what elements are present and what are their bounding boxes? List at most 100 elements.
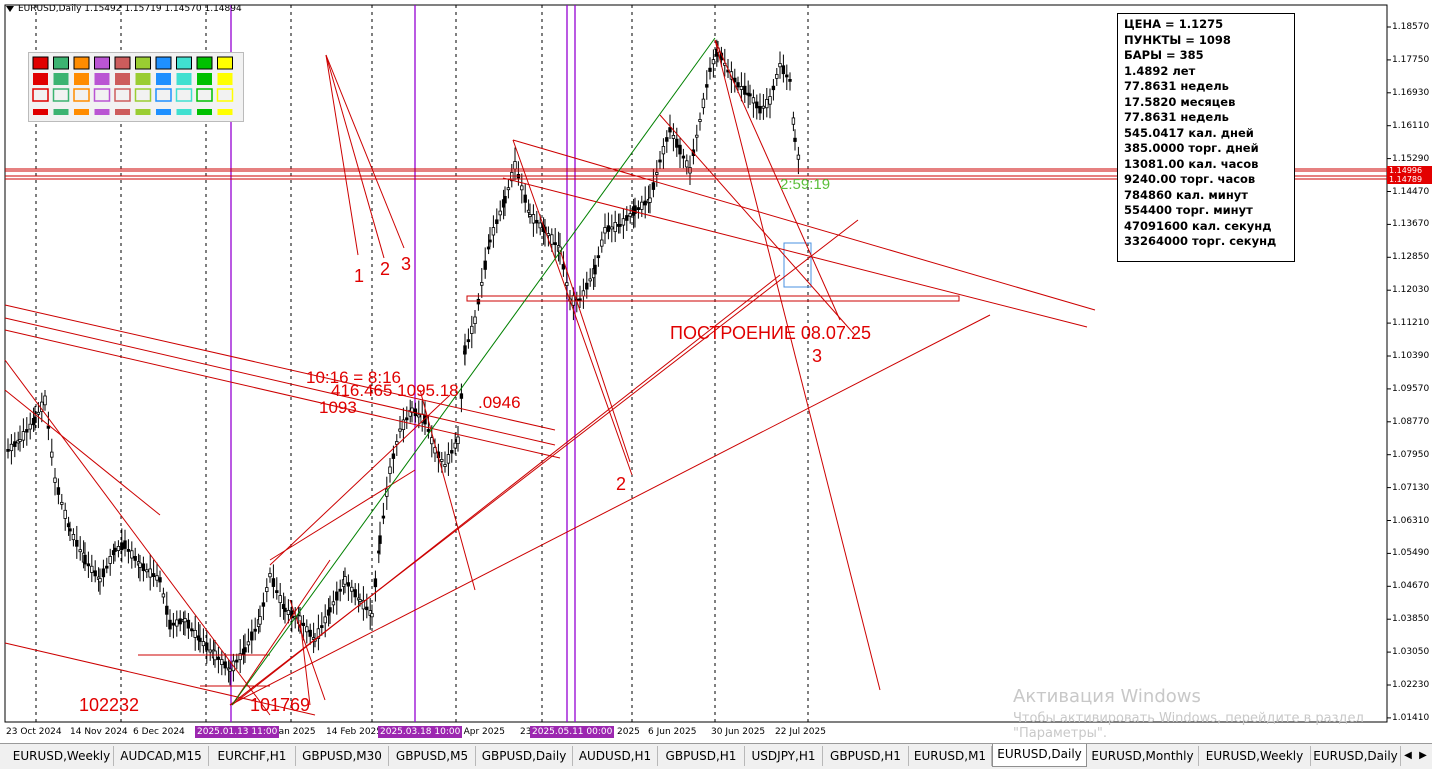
- candle-body: [440, 458, 444, 462]
- price-label: 1.11210: [1392, 318, 1430, 329]
- palette-swatch[interactable]: [32, 56, 49, 70]
- price-label: 1.16930: [1392, 87, 1430, 98]
- chart-tab[interactable]: EURUSD,Weekly: [1199, 746, 1311, 766]
- candle-body: [643, 200, 647, 206]
- price-label: 1.03050: [1392, 647, 1430, 658]
- candle-body: [417, 414, 421, 418]
- candle-body: [265, 587, 269, 592]
- chart-tab[interactable]: GBPUSD,M5: [389, 746, 476, 766]
- palette-swatch[interactable]: [217, 109, 233, 115]
- candle-body: [228, 668, 232, 672]
- chart-tab[interactable]: EURUSD,Weekly: [10, 746, 114, 766]
- chart-tab[interactable]: EURUSD,Daily: [1311, 746, 1401, 766]
- candle-body: [655, 172, 659, 175]
- palette-swatch[interactable]: [94, 109, 110, 115]
- color-palette-panel[interactable]: [28, 52, 244, 122]
- chart-tab[interactable]: USDJPY,H1: [745, 746, 823, 766]
- candle-body: [398, 428, 402, 432]
- info-line: 77.8631 недель: [1124, 79, 1229, 93]
- palette-swatch[interactable]: [74, 109, 89, 115]
- chart-tab[interactable]: EURUSD,Monthly: [1087, 746, 1199, 766]
- palette-swatch[interactable]: [135, 56, 151, 70]
- date-label: 2025: [617, 727, 640, 737]
- chart-tab[interactable]: AUDUSD,H1: [573, 746, 658, 766]
- chart-tab[interactable]: AUDCAD,M15: [114, 746, 209, 766]
- candle-body: [83, 554, 87, 565]
- candle-body: [459, 393, 464, 399]
- candle-body: [151, 573, 156, 578]
- chart-tab[interactable]: EURCHF,H1: [209, 746, 296, 766]
- date-label: 1 Apr 2025: [455, 727, 505, 737]
- palette-swatch[interactable]: [196, 88, 213, 102]
- palette-swatch[interactable]: [155, 88, 172, 102]
- palette-swatch[interactable]: [155, 56, 172, 70]
- palette-swatch[interactable]: [33, 109, 48, 115]
- palette-swatch[interactable]: [53, 73, 69, 85]
- candle-body: [681, 155, 686, 159]
- palette-swatch[interactable]: [217, 56, 233, 70]
- palette-swatch[interactable]: [52, 88, 70, 102]
- candle-body: [758, 106, 762, 114]
- candle-body: [370, 613, 374, 618]
- chart-tab[interactable]: GBPUSD,M30: [296, 746, 389, 766]
- palette-swatch[interactable]: [94, 73, 110, 85]
- palette-swatch[interactable]: [135, 73, 151, 85]
- palette-swatch[interactable]: [175, 88, 193, 102]
- bid-price-tag: 1.14996: [1387, 166, 1432, 175]
- candle-body: [625, 215, 629, 221]
- candle-body: [201, 641, 206, 647]
- palette-swatch[interactable]: [176, 73, 192, 85]
- candle-body: [328, 607, 332, 613]
- chart-tab[interactable]: GBPUSD,H1: [823, 746, 909, 766]
- chart-tab[interactable]: GBPUSD,Daily: [476, 746, 573, 766]
- info-line: ЦЕНА = 1.1275: [1124, 17, 1224, 31]
- palette-swatch[interactable]: [53, 56, 69, 70]
- candle-body: [90, 565, 94, 573]
- palette-swatch[interactable]: [115, 73, 130, 85]
- candle-body: [6, 448, 10, 452]
- palette-swatch[interactable]: [73, 56, 90, 70]
- palette-swatch[interactable]: [32, 88, 49, 102]
- candle-body: [546, 233, 551, 237]
- palette-swatch[interactable]: [115, 109, 130, 115]
- tab-scroll-left-icon[interactable]: ◀: [1402, 746, 1414, 766]
- collapse-triangle-icon[interactable]: [6, 5, 14, 12]
- palette-swatch[interactable]: [156, 73, 171, 85]
- candle-body: [453, 442, 457, 449]
- palette-swatch[interactable]: [74, 73, 89, 85]
- palette-swatch[interactable]: [197, 73, 212, 85]
- candle-body: [523, 194, 527, 203]
- palette-swatch[interactable]: [216, 88, 234, 102]
- candle-body: [498, 210, 502, 216]
- chart-tab[interactable]: EURUSD,Daily: [992, 744, 1087, 767]
- candle-body: [648, 197, 652, 203]
- palette-swatch[interactable]: [176, 109, 192, 115]
- tab-scroll-right-icon[interactable]: ▶: [1417, 746, 1429, 766]
- palette-swatch[interactable]: [94, 56, 110, 70]
- candle-body: [785, 74, 789, 78]
- palette-swatch[interactable]: [135, 109, 151, 115]
- palette-swatch[interactable]: [156, 109, 171, 115]
- candle-body: [618, 223, 622, 227]
- candle-body: [426, 429, 431, 432]
- candle-body: [283, 607, 287, 612]
- palette-swatch[interactable]: [134, 88, 152, 102]
- highlighted-date-label: 2025.05.11 00:00: [530, 726, 615, 738]
- palette-swatch[interactable]: [33, 73, 48, 85]
- palette-swatch[interactable]: [176, 56, 192, 70]
- palette-swatch[interactable]: [53, 109, 69, 115]
- palette-swatch[interactable]: [93, 88, 111, 102]
- color-palette-swatches[interactable]: [29, 53, 243, 121]
- palette-swatch[interactable]: [197, 109, 212, 115]
- candle-body: [381, 515, 386, 519]
- chart-tab[interactable]: GBPUSD,H1: [658, 746, 745, 766]
- palette-swatch[interactable]: [217, 73, 233, 85]
- palette-swatch[interactable]: [196, 56, 213, 70]
- candle-body: [50, 451, 54, 458]
- palette-swatch[interactable]: [73, 88, 90, 102]
- chart-tab[interactable]: EURUSD,M1: [909, 746, 992, 766]
- palette-swatch[interactable]: [114, 56, 131, 70]
- price-label: 1.09570: [1392, 383, 1430, 394]
- palette-swatch[interactable]: [114, 88, 131, 102]
- candle-body: [126, 549, 131, 552]
